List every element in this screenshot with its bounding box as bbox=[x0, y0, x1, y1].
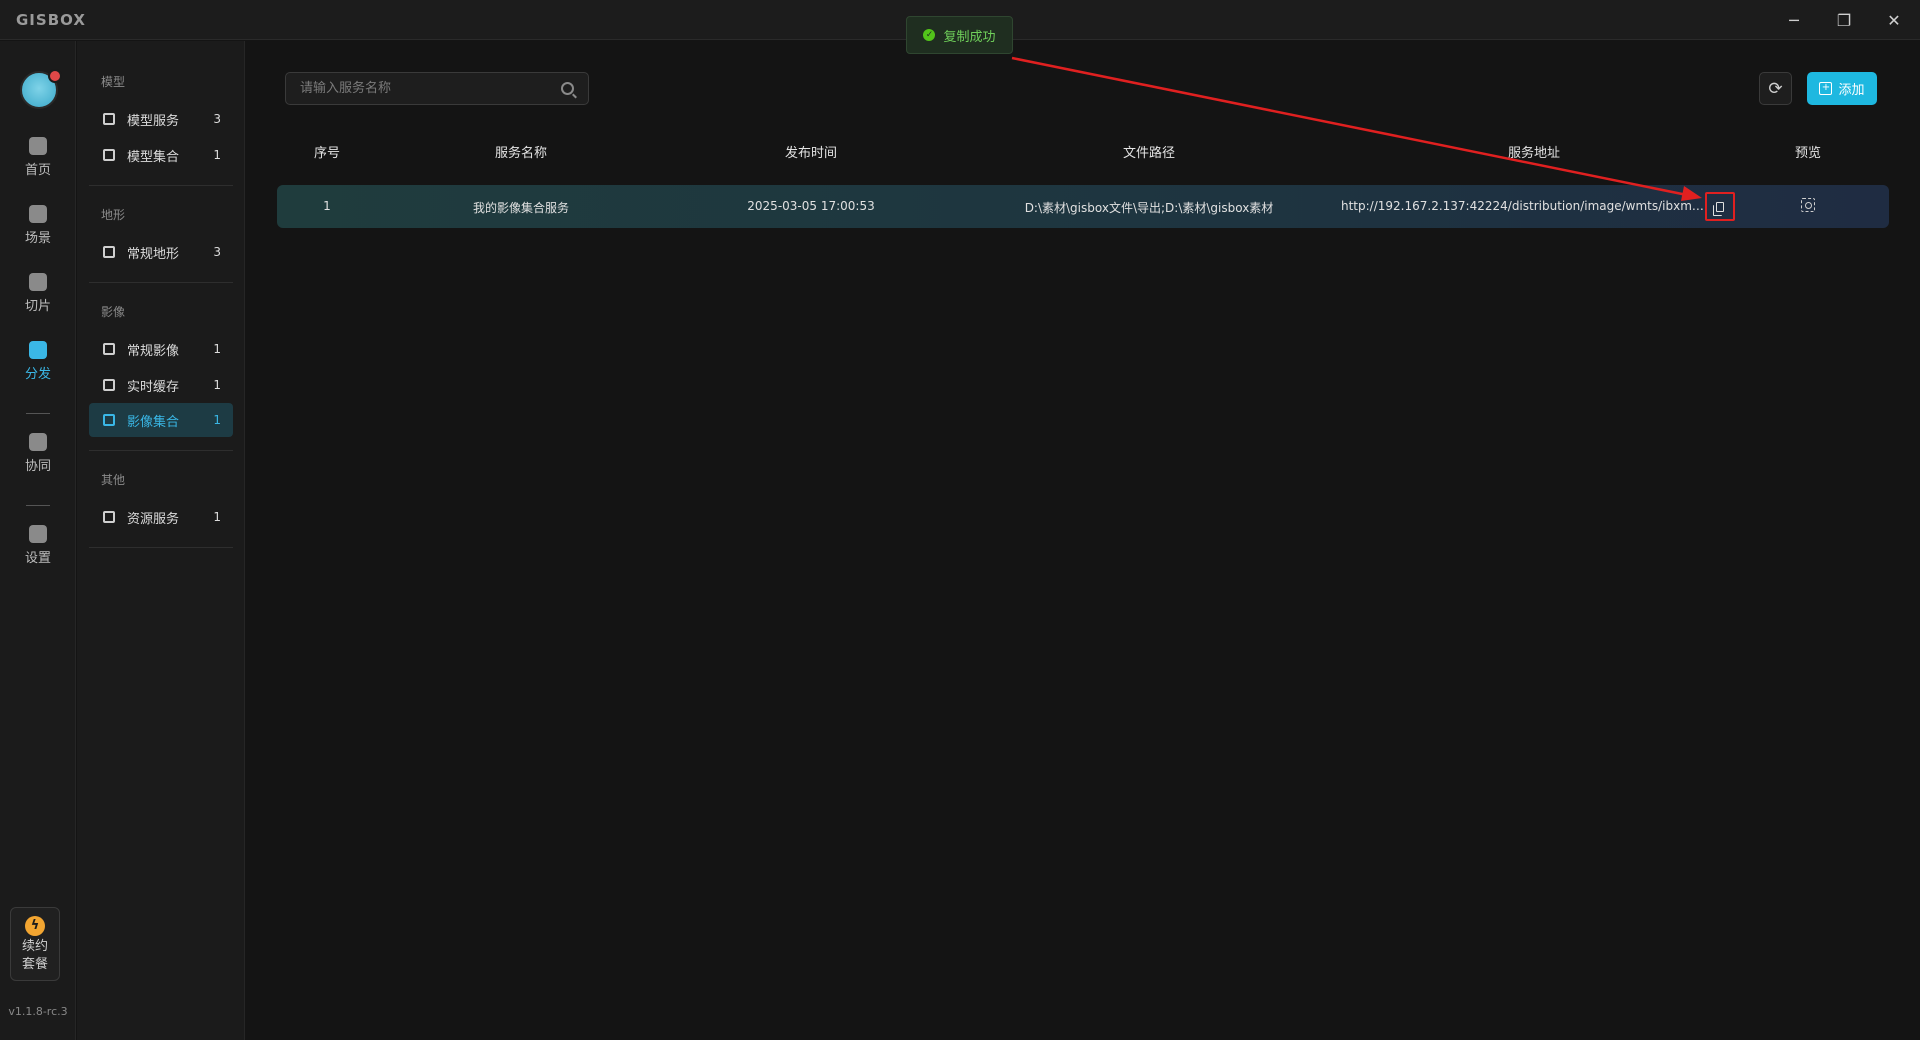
renew-line1: 续约 bbox=[21, 939, 48, 954]
nav-item-terrain[interactable]: 常规地形 3 bbox=[89, 235, 233, 269]
renew-plan-button[interactable]: ϟ 续约 套餐 bbox=[10, 907, 60, 981]
column-header-preview: 预览 bbox=[1794, 146, 1822, 161]
nav-item-label: 实时缓存 bbox=[127, 379, 180, 395]
nav-item-model-collection[interactable]: 模型集合 1 bbox=[89, 138, 233, 172]
home-icon bbox=[29, 137, 47, 155]
distribute-icon bbox=[29, 341, 47, 359]
nav-item-count: 1 bbox=[213, 413, 221, 427]
copy-success-toast: ✓ 复制成功 bbox=[906, 16, 1013, 54]
nav-item-model-service[interactable]: 模型服务 3 bbox=[89, 102, 233, 136]
rail-item-label: 分发 bbox=[24, 367, 51, 382]
cell-time: 2025-03-05 17:00:53 bbox=[747, 199, 875, 213]
nav-item-count: 1 bbox=[213, 342, 221, 356]
annotation-arrow bbox=[1011, 56, 1702, 201]
restore-button[interactable]: ❐ bbox=[1824, 6, 1864, 34]
column-header-time: 发布时间 bbox=[784, 146, 838, 161]
rail-item-slice[interactable]: 切片 bbox=[0, 273, 76, 329]
rail-divider bbox=[26, 505, 50, 506]
nav-divider bbox=[89, 547, 233, 548]
nav-item-count: 1 bbox=[213, 510, 221, 524]
add-button-label: 添加 bbox=[1838, 83, 1865, 98]
toast-text: 复制成功 bbox=[943, 29, 996, 45]
cell-path: D:\素材\gisbox文件\导出;D:\素材\gisbox素材 bbox=[1024, 201, 1274, 215]
refresh-button[interactable]: ⟳ bbox=[1759, 72, 1792, 105]
nav-item-label: 影像集合 bbox=[127, 414, 180, 430]
slice-icon bbox=[29, 273, 47, 291]
nav-item-count: 3 bbox=[213, 112, 221, 126]
refresh-icon: ⟳ bbox=[1768, 78, 1783, 99]
model-icon bbox=[103, 113, 115, 125]
rail-item-settings[interactable]: 设置 bbox=[0, 525, 76, 581]
column-header-index: 序号 bbox=[313, 146, 341, 161]
nav-item-count: 3 bbox=[213, 245, 221, 259]
group-title-model: 模型 bbox=[101, 75, 126, 89]
rail-item-scene[interactable]: 场景 bbox=[0, 205, 76, 261]
nav-divider bbox=[89, 185, 233, 186]
nav-divider bbox=[89, 282, 233, 283]
lock-icon bbox=[29, 433, 47, 451]
nav-divider bbox=[89, 450, 233, 451]
search-icon[interactable] bbox=[561, 82, 574, 95]
nav-item-label: 常规地形 bbox=[127, 246, 180, 262]
table-row[interactable]: 1 我的影像集合服务 2025-03-05 17:00:53 D:\素材\gis… bbox=[277, 185, 1889, 228]
model-icon bbox=[103, 149, 115, 161]
rail-item-label: 协同 bbox=[24, 459, 51, 474]
rail-item-distribute[interactable]: 分发 bbox=[0, 341, 76, 397]
cell-url: http://192.167.2.137:42224/distribution/… bbox=[1341, 199, 1705, 213]
cube-icon bbox=[29, 205, 47, 223]
nav-item-label: 资源服务 bbox=[127, 511, 180, 527]
rail-item-label: 首页 bbox=[24, 163, 51, 178]
preview-icon[interactable] bbox=[1801, 198, 1815, 212]
cell-name: 我的影像集合服务 bbox=[472, 201, 570, 215]
image-icon bbox=[103, 379, 115, 391]
bolt-icon: ϟ bbox=[25, 916, 45, 936]
main-rail: 首页 场景 切片 分发 协同 设置 ϟ 续约 套餐 v1.1.8-rc.3 bbox=[0, 41, 76, 1040]
group-title-imagery: 影像 bbox=[101, 305, 126, 319]
rail-item-home[interactable]: 首页 bbox=[0, 137, 76, 193]
close-button[interactable]: ✕ bbox=[1874, 6, 1914, 34]
group-title-terrain: 地形 bbox=[101, 208, 126, 222]
search-input[interactable] bbox=[300, 73, 550, 104]
rail-item-label: 切片 bbox=[24, 299, 51, 314]
copy-url-button[interactable] bbox=[1705, 192, 1735, 221]
annotation-arrow-line bbox=[1011, 56, 1693, 198]
avatar[interactable] bbox=[20, 69, 62, 109]
nav-item-label: 模型集合 bbox=[127, 149, 180, 165]
image-icon bbox=[103, 343, 115, 355]
nav-item-resource-service[interactable]: 资源服务 1 bbox=[89, 500, 233, 534]
resource-icon bbox=[103, 511, 115, 523]
cell-index: 1 bbox=[323, 199, 331, 213]
rail-item-label: 设置 bbox=[24, 551, 51, 566]
minimize-button[interactable]: ─ bbox=[1774, 6, 1814, 34]
sub-nav: 模型 模型服务 3 模型集合 1 地形 常规地形 3 影像 常规影像 1 实时缓… bbox=[77, 41, 245, 1040]
nav-item-count: 1 bbox=[213, 378, 221, 392]
search-box bbox=[285, 72, 589, 105]
copy-icon bbox=[1713, 201, 1724, 216]
rail-item-label: 场景 bbox=[24, 231, 51, 246]
column-header-url: 服务地址 bbox=[1507, 146, 1561, 161]
nav-item-count: 1 bbox=[213, 148, 221, 162]
add-button[interactable]: + 添加 bbox=[1807, 72, 1877, 105]
plus-icon: + bbox=[1819, 82, 1833, 95]
column-header-name: 服务名称 bbox=[494, 146, 548, 161]
gear-icon bbox=[29, 525, 47, 543]
check-circle-icon: ✓ bbox=[923, 29, 936, 41]
nav-item-imagery-collection[interactable]: 影像集合 1 bbox=[89, 403, 233, 437]
terrain-icon bbox=[103, 246, 115, 258]
nav-item-imagery[interactable]: 常规影像 1 bbox=[89, 332, 233, 366]
nav-item-label: 模型服务 bbox=[127, 113, 180, 129]
notification-badge bbox=[48, 69, 62, 83]
app-logo: GISBOX bbox=[16, 11, 86, 29]
nav-item-label: 常规影像 bbox=[127, 343, 180, 359]
rail-item-collab[interactable]: 协同 bbox=[0, 433, 76, 489]
renew-line2: 套餐 bbox=[21, 957, 48, 972]
group-title-other: 其他 bbox=[101, 473, 126, 487]
version-label: v1.1.8-rc.3 bbox=[8, 1005, 68, 1018]
image-icon bbox=[103, 414, 115, 426]
nav-item-realtime-cache[interactable]: 实时缓存 1 bbox=[89, 368, 233, 402]
column-header-path: 文件路径 bbox=[1122, 146, 1176, 161]
rail-divider bbox=[26, 413, 50, 414]
